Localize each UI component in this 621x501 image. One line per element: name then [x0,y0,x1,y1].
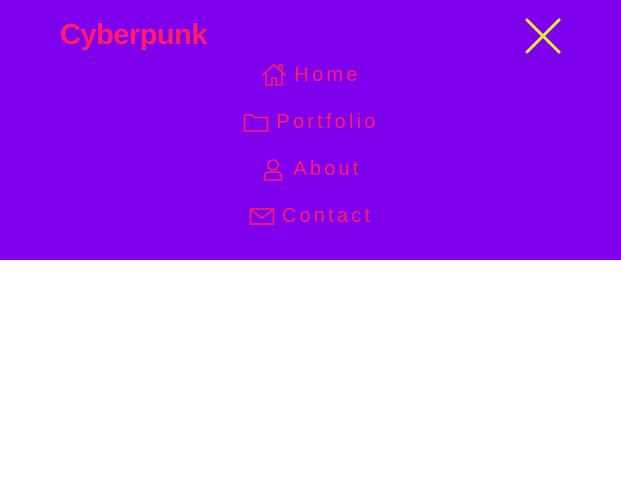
menu-item-label: Portfolio [276,110,379,133]
menu-item-label: Home [294,63,361,86]
brand-logo[interactable]: Cyberpunk [60,17,207,53]
user-icon [259,155,287,183]
nav-menu: Home Portfolio About Contact [0,51,621,239]
folder-icon [242,108,270,136]
nav-overlay: Cyberpunk Home Portfolio About Contact [0,0,621,260]
envelope-icon [248,202,276,230]
menu-item-portfolio[interactable]: Portfolio [0,98,621,145]
menu-item-label: Contact [281,204,374,227]
menu-item-about[interactable]: About [0,145,621,192]
home-icon [260,61,288,89]
menu-item-label: About [293,157,362,180]
menu-item-home[interactable]: Home [0,51,621,98]
close-icon [525,18,561,54]
menu-item-contact[interactable]: Contact [0,192,621,239]
